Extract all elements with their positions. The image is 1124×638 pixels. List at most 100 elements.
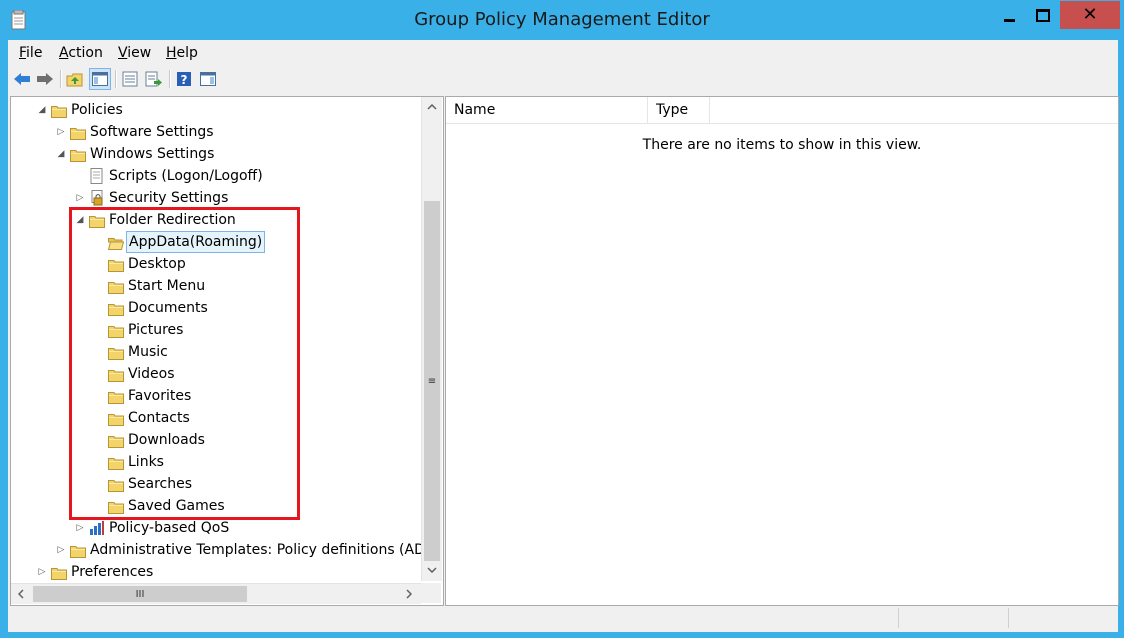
tree-item-label: Videos — [128, 366, 175, 382]
tree-item-redirect-folder[interactable]: Searches — [11, 473, 419, 495]
tree-item-scripts[interactable]: Scripts (Logon/Logoff) — [11, 165, 419, 187]
tree-item-redirect-folder[interactable]: Downloads — [11, 429, 419, 451]
folder-icon — [108, 499, 124, 514]
tree-item-folder-redirection[interactable]: ◢ Folder Redirection — [11, 209, 419, 231]
horizontal-scroll-thumb[interactable]: III — [33, 586, 247, 602]
menu-action[interactable]: Action — [59, 45, 103, 61]
tree-item-label: Administrative Templates: Policy definit… — [90, 542, 437, 558]
status-panel-divider — [1008, 608, 1010, 628]
tree-item-label: Documents — [128, 300, 208, 316]
scroll-right-button[interactable] — [399, 584, 419, 604]
collapsed-triangle-icon[interactable]: ▷ — [56, 121, 66, 143]
tree-item-administrative-templates[interactable]: ▷ Administrative Templates: Policy defini… — [11, 539, 437, 561]
collapsed-triangle-icon[interactable]: ▷ — [56, 539, 66, 561]
tree-item-redirect-folder[interactable]: Contacts — [11, 407, 419, 429]
tree-item-redirect-folder[interactable]: Videos — [11, 363, 419, 385]
tree-item-redirect-folder[interactable]: Links — [11, 451, 419, 473]
tree-item-redirect-folder[interactable]: Documents — [11, 297, 419, 319]
tree-item-label: Software Settings — [90, 124, 214, 140]
menu-file[interactable]: File — [19, 45, 42, 61]
collapsed-triangle-icon[interactable]: ▷ — [37, 561, 47, 583]
script-icon — [89, 168, 105, 184]
tree-item-redirect-folder[interactable]: Desktop — [11, 253, 419, 275]
help-button[interactable]: ? — [174, 69, 194, 89]
toolbar-separator — [169, 70, 171, 88]
scrollbar-corner — [421, 583, 441, 603]
expanded-triangle-icon[interactable]: ◢ — [56, 143, 66, 165]
maximize-icon — [1036, 8, 1050, 22]
tree-item-redirect-folder[interactable]: Music — [11, 341, 419, 363]
forward-button[interactable] — [35, 69, 55, 89]
collapsed-triangle-icon[interactable]: ▷ — [75, 517, 85, 539]
properties-icon — [122, 71, 138, 87]
status-panel-divider — [898, 608, 900, 628]
tree-item-redirect-folder[interactable]: Start Menu — [11, 275, 419, 297]
tree-item-preferences[interactable]: ▷ Preferences — [11, 561, 419, 583]
folder-icon — [89, 213, 105, 228]
show-hide-action-pane-button[interactable] — [198, 69, 218, 89]
maximize-button[interactable] — [1026, 1, 1060, 29]
tree-item-policy-based-qos[interactable]: ▷ Policy-based QoS — [11, 517, 419, 539]
toolbar-separator — [60, 70, 62, 88]
tree-item-software-settings[interactable]: ▷ Software Settings — [11, 121, 419, 143]
tree-item-label: Downloads — [128, 432, 205, 448]
close-button[interactable]: ✕ — [1060, 1, 1120, 29]
menu-view[interactable]: View — [118, 45, 151, 61]
scroll-up-button[interactable] — [422, 97, 442, 117]
tree-item-label: Security Settings — [109, 190, 229, 206]
export-list-button[interactable] — [144, 69, 164, 89]
tree-item-security-settings[interactable]: ▷ Security Settings — [11, 187, 419, 209]
tree-item-label: Pictures — [128, 322, 184, 338]
forward-arrow-icon — [37, 73, 53, 85]
column-header-type[interactable]: Type — [648, 97, 710, 123]
toolbar: ? — [8, 66, 1118, 94]
back-button[interactable] — [12, 69, 32, 89]
properties-button[interactable] — [120, 69, 140, 89]
folder-icon — [108, 367, 124, 382]
scroll-down-button[interactable] — [422, 559, 442, 581]
column-header-name[interactable]: Name — [446, 97, 648, 123]
minimize-button[interactable] — [993, 1, 1026, 29]
tree-item-label: AppData(Roaming) — [126, 231, 266, 253]
folder-icon — [70, 125, 86, 140]
tree-vertical-scrollbar[interactable]: ≡ — [421, 97, 442, 581]
tree-item-redirect-folder[interactable]: Favorites — [11, 385, 419, 407]
tree-item-redirect-folder[interactable]: Pictures — [11, 319, 419, 341]
menu-help[interactable]: Help — [166, 45, 198, 61]
scroll-left-button[interactable] — [11, 584, 31, 604]
folder-icon — [108, 323, 124, 338]
tree-item-label: Searches — [128, 476, 193, 492]
folder-icon — [108, 279, 124, 294]
folder-icon — [108, 411, 124, 426]
tree-item-redirect-folder[interactable]: Saved Games — [11, 495, 419, 517]
help-icon: ? — [177, 72, 191, 87]
expanded-triangle-icon[interactable]: ◢ — [37, 99, 47, 121]
tree-item-label: Start Menu — [128, 278, 206, 294]
console-tree-pane[interactable]: ◢ Policies ▷ Software Settings ◢ Windows Sett… — [10, 96, 444, 606]
show-hide-tree-button[interactable] — [89, 68, 111, 90]
title-bar[interactable]: Group Policy Management Editor ✕ — [0, 0, 1124, 40]
results-list-pane[interactable]: Name Type There are no items to show in … — [445, 96, 1119, 606]
expanded-triangle-icon[interactable]: ◢ — [75, 209, 85, 231]
folder-icon — [108, 345, 124, 360]
folder-icon — [108, 389, 124, 404]
tree-item-label: Music — [128, 344, 168, 360]
folder-icon — [70, 543, 86, 558]
close-icon: ✕ — [1082, 4, 1098, 25]
toolbar-separator — [115, 70, 117, 88]
tree-item-policies[interactable]: ◢ Policies — [11, 99, 419, 121]
collapsed-triangle-icon[interactable]: ▷ — [75, 187, 85, 209]
tree-item-label: Saved Games — [128, 498, 225, 514]
menu-bar: File Action View Help — [8, 40, 1118, 66]
tree-item-redirect-folder[interactable]: AppData(Roaming) — [11, 231, 419, 253]
svg-text:?: ? — [181, 73, 188, 87]
folder-icon — [108, 477, 124, 492]
tree-item-windows-settings[interactable]: ◢ Windows Settings — [11, 143, 419, 165]
up-one-level-button[interactable] — [65, 69, 85, 89]
vertical-scroll-thumb[interactable]: ≡ — [424, 201, 440, 561]
empty-list-message: There are no items to show in this view. — [642, 137, 922, 153]
back-arrow-icon — [14, 73, 30, 85]
chevron-left-icon — [18, 589, 24, 599]
tree-horizontal-scrollbar[interactable]: III — [11, 583, 421, 604]
tree-item-label: Preferences — [71, 564, 154, 580]
